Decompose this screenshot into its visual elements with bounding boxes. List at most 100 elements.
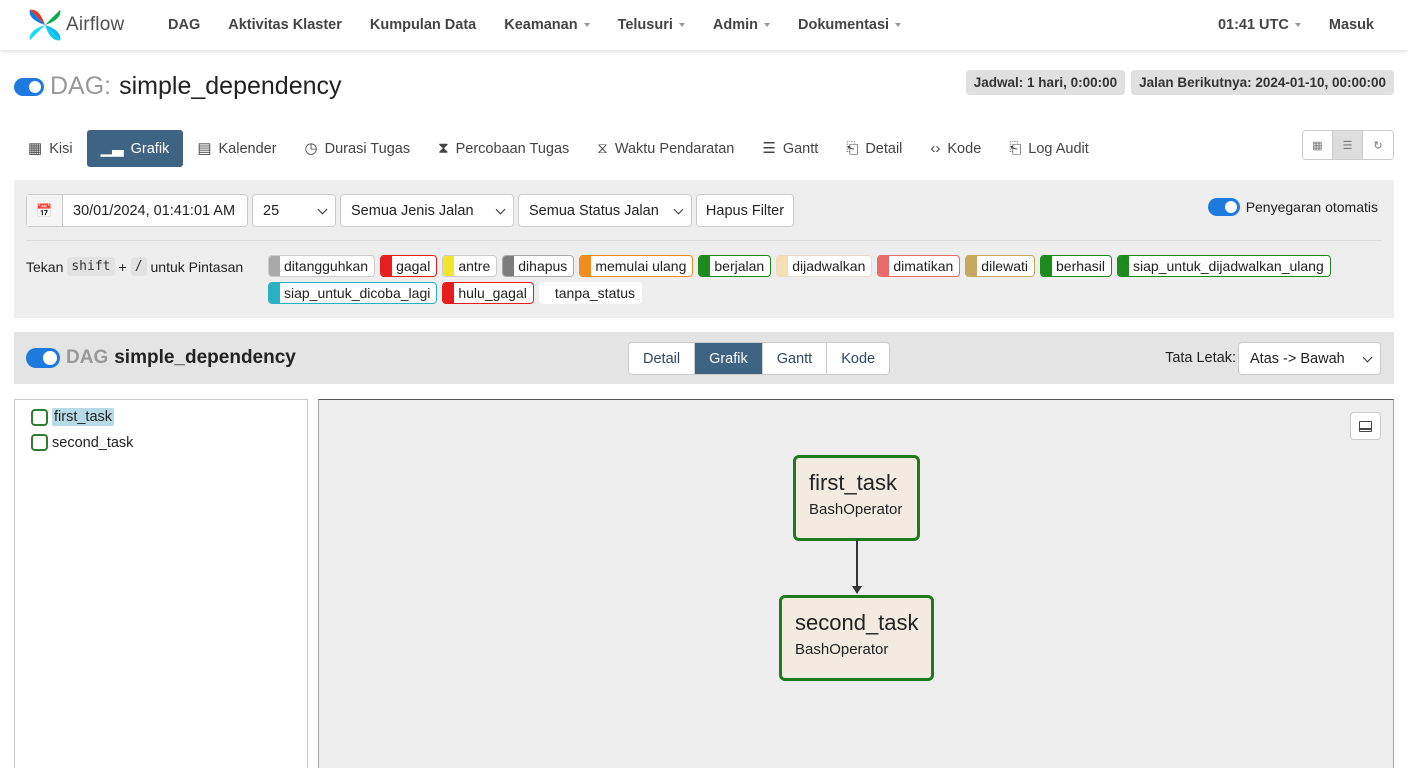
view-button-gantt[interactable]: Gantt (763, 343, 828, 374)
nav-item-aktivitas-klaster[interactable]: Aktivitas Klaster (214, 17, 356, 33)
state-badge-siap-untuk-dicoba-lagi[interactable]: siap_untuk_dicoba_lagi (268, 282, 438, 304)
state-badge-ditangguhkan[interactable]: ditangguhkan (268, 255, 376, 277)
shortcut-plus: + (118, 258, 127, 275)
num-runs-select[interactable]: 25 (252, 194, 336, 227)
refresh-icon[interactable]: ↻ (1363, 131, 1393, 159)
tab-kisi[interactable]: ▦ Kisi (14, 130, 87, 167)
base-date-input[interactable]: 📅 30/01/2024, 01:41:01 AM (26, 194, 248, 227)
state-badge-siap-untuk-dijadwalkan-ulang[interactable]: siap_untuk_dijadwalkan_ulang (1117, 255, 1331, 277)
chevron-down-icon (1362, 352, 1373, 363)
state-badge-dihapus[interactable]: dihapus (502, 255, 575, 277)
state-label: dilewati (981, 258, 1028, 274)
grid-view-icon[interactable]: ▦ (1303, 131, 1333, 159)
state-badge-hulu-gagal[interactable]: hulu_gagal (442, 282, 534, 304)
tab-label: Percobaan Tugas (455, 140, 570, 157)
tab-detail[interactable]: ⎗ Detail (832, 130, 916, 167)
state-label: berhasil (1056, 258, 1106, 274)
shortcut-key-shift: shift (67, 257, 115, 276)
airflow-logo[interactable]: Airflow (26, 6, 154, 44)
dag-name: simple_dependency (119, 72, 342, 100)
graph-canvas[interactable]: first_task BashOperator second_task Bash… (318, 399, 1394, 768)
state-color-swatch (269, 256, 280, 276)
tab-log-audit[interactable]: ⎗ Log Audit (995, 130, 1103, 167)
tab-label: Kisi (49, 140, 73, 157)
view-button-kode[interactable]: Kode (827, 343, 889, 374)
layout-select[interactable]: Atas -> Bawah (1238, 342, 1381, 375)
tab-grafik[interactable]: ▁▃ Grafik (86, 130, 184, 167)
state-label: gagal (396, 258, 431, 274)
nav-item-label: Aktivitas Klaster (228, 17, 342, 33)
shortcut-prefix: Tekan (26, 258, 64, 275)
graph-header: DAG simple_dependency Detail Grafik Gantt K… (14, 332, 1394, 384)
tab-label: Detail (865, 140, 903, 157)
state-label: antre (458, 258, 491, 274)
fit-view-button[interactable] (1350, 412, 1381, 440)
tab-gantt[interactable]: ☰ Gantt (748, 130, 832, 167)
divider (26, 240, 1382, 241)
nav-item-dag[interactable]: DAG (154, 17, 214, 33)
state-label: dihapus (518, 258, 568, 274)
state-badge-dijadwalkan[interactable]: dijadwalkan (776, 255, 873, 277)
gantt-icon: ☰ (762, 140, 776, 157)
state-label: siap_untuk_dicoba_lagi (284, 285, 431, 301)
view-button-detail[interactable]: Detail (629, 343, 696, 374)
state-badge-berhasil[interactable]: berhasil (1040, 255, 1113, 277)
view-button-grafik[interactable]: Grafik (695, 343, 763, 374)
run-status-select[interactable]: Semua Status Jalan (518, 194, 692, 227)
tab-waktu-pendaratan[interactable]: ⧖ Waktu Pendaratan (583, 130, 748, 167)
layout-label: Tata Letak: (1165, 350, 1236, 366)
run-status-value: Semua Status Jalan (529, 202, 659, 219)
state-color-swatch (1118, 256, 1130, 276)
task-node-second-task[interactable]: second_task BashOperator (779, 595, 934, 681)
state-badge-gagal[interactable]: gagal (380, 255, 438, 277)
login-link[interactable]: Masuk (1329, 17, 1374, 33)
list-view-icon[interactable]: ☰ (1333, 131, 1363, 159)
tab-kode[interactable]: ‹› Kode (916, 130, 995, 167)
view-toggle-group: ▦ ☰ ↻ (1302, 130, 1394, 160)
num-runs-value: 25 (263, 202, 280, 219)
nav-item-telusuri[interactable]: Telusuri (604, 17, 699, 33)
state-badge-dimatikan[interactable]: dimatikan (877, 255, 961, 277)
state-badge-tanpa-status[interactable]: tanpa_status (538, 282, 643, 304)
state-badge-antre[interactable]: antre (442, 255, 498, 277)
state-badge-memulai-ulang[interactable]: memulai ulang (579, 255, 694, 277)
hourglass-icon: ⧗ (438, 140, 449, 157)
bar-chart-icon: ▁▃ (100, 140, 124, 157)
airflow-pinwheel-icon (29, 9, 61, 41)
nav-item-kumpulan-data[interactable]: Kumpulan Data (356, 17, 490, 33)
run-type-select[interactable]: Semua Jenis Jalan (340, 194, 514, 227)
tab-durasi-tugas[interactable]: ◷ Durasi Tugas (291, 130, 425, 167)
state-color-swatch (1041, 256, 1052, 276)
state-color-swatch (443, 283, 455, 303)
task-node-first-task[interactable]: first_task BashOperator (793, 455, 920, 541)
tree-item-second-task[interactable]: second_task (31, 434, 133, 451)
nav-item-label: Keamanan (504, 17, 578, 33)
nav-item-admin[interactable]: Admin (699, 17, 784, 33)
tree-item-first-task[interactable]: first_task (31, 408, 115, 426)
schedule-badge: Jadwal: 1 hari, 0:00:00 (965, 70, 1126, 95)
dag-pause-toggle[interactable] (26, 348, 60, 368)
shortcut-suffix: untuk Pintasan (150, 258, 244, 275)
chevron-down-icon (495, 204, 506, 215)
current-time: 01:41 UTC (1217, 17, 1289, 33)
tab-percobaan-tugas[interactable]: ⧗ Percobaan Tugas (424, 130, 583, 167)
state-label: berjalan (714, 258, 765, 274)
state-badge-berjalan[interactable]: berjalan (698, 255, 772, 277)
filter-panel: 📅 30/01/2024, 01:41:01 AM 25 Semua Jenis… (14, 180, 1394, 318)
tab-kalender[interactable]: ▤ Kalender (183, 130, 290, 167)
timezone-dropdown[interactable]: 01:41 UTC (1218, 17, 1301, 33)
state-badge-dilewati[interactable]: dilewati (965, 255, 1035, 277)
node-operator: BashOperator (809, 501, 903, 518)
auto-refresh-toggle[interactable] (1207, 198, 1240, 216)
dag-pause-toggle[interactable] (14, 77, 44, 96)
state-label: ditangguhkan (284, 258, 369, 274)
log-icon: ⎗ (1009, 140, 1022, 157)
navbar-right: 01:41 UTC Masuk (1218, 0, 1408, 50)
calendar-icon[interactable]: 📅 (27, 195, 63, 226)
base-date-value: 30/01/2024, 01:41:01 AM (73, 202, 236, 219)
nav-item-keamanan[interactable]: Keamanan (490, 17, 603, 33)
node-task-name: first_task (809, 470, 898, 495)
nav-item-dokumentasi[interactable]: Dokumentasi (784, 17, 915, 33)
clear-filter-button[interactable]: Hapus Filter (696, 194, 794, 227)
code-icon: ‹› (930, 140, 941, 157)
